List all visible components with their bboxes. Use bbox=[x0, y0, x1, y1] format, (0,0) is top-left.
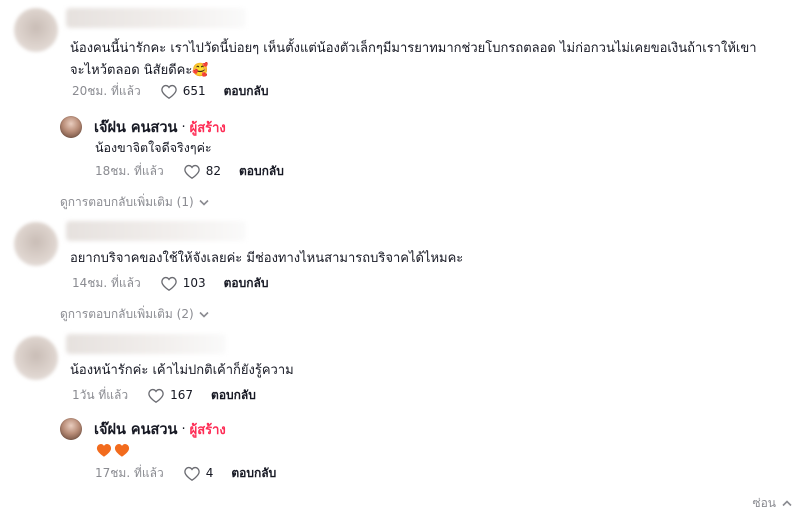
like-count: 82 bbox=[205, 164, 221, 178]
like-button[interactable]: 4 bbox=[183, 466, 214, 481]
separator-dot: · bbox=[181, 119, 186, 135]
orange-heart-emoji bbox=[114, 442, 130, 458]
like-count: 4 bbox=[205, 466, 214, 480]
comment-time: 20ชม. ที่แล้ว bbox=[72, 83, 141, 98]
reply-author-line: เจ๊ฝน คนสวน · ผู้สร้าง bbox=[94, 116, 226, 138]
comment-time: 1วัน ที่แล้ว bbox=[72, 387, 129, 402]
reply-author-name[interactable]: เจ๊ฝน คนสวน bbox=[94, 116, 177, 139]
chevron-down-icon bbox=[199, 199, 209, 206]
like-count: 167 bbox=[170, 388, 194, 402]
commenter-avatar[interactable] bbox=[14, 336, 58, 380]
commenter-avatar[interactable] bbox=[14, 222, 58, 266]
like-button[interactable]: 103 bbox=[160, 276, 206, 291]
like-count: 651 bbox=[182, 84, 206, 98]
creator-badge: ผู้สร้าง bbox=[189, 422, 226, 438]
creator-avatar[interactable] bbox=[60, 418, 82, 440]
reply-time: 18ชม. ที่แล้ว bbox=[95, 163, 164, 178]
separator-dot: · bbox=[181, 421, 186, 437]
reply-button[interactable]: ตอบกลับ bbox=[239, 162, 284, 181]
comment-meta: 14ชม. ที่แล้ว 103 ตอบกลับ bbox=[72, 274, 268, 292]
view-more-replies-label: ดูการตอบกลับเพิ่มเติม (2) bbox=[60, 306, 194, 321]
creator-badge: ผู้สร้าง bbox=[189, 120, 226, 136]
chevron-down-icon bbox=[199, 311, 209, 318]
hide-label: ซ่อน bbox=[752, 496, 776, 510]
reply-meta: 17ชม. ที่แล้ว 4 ตอบกลับ bbox=[95, 464, 276, 482]
hide-replies-button[interactable]: ซ่อน bbox=[752, 494, 792, 513]
comment-text: น้องคนนี้น่ารักคะ เราไปวัดนี้บ่อยๆ เห็นต… bbox=[70, 41, 757, 78]
heart-outline-icon bbox=[160, 276, 177, 291]
heart-outline-icon bbox=[183, 466, 200, 481]
comment-time: 14ชม. ที่แล้ว bbox=[72, 275, 141, 290]
commenter-name-blurred[interactable] bbox=[66, 334, 226, 354]
like-button[interactable]: 167 bbox=[148, 388, 193, 403]
like-count: 103 bbox=[182, 276, 206, 290]
comment-meta: 20ชม. ที่แล้ว 651 ตอบกลับ bbox=[72, 82, 268, 100]
reply-time: 17ชม. ที่แล้ว bbox=[95, 465, 164, 480]
view-more-replies[interactable]: ดูการตอบกลับเพิ่มเติม (2) bbox=[60, 305, 209, 323]
reply-meta: 18ชม. ที่แล้ว 82 ตอบกลับ bbox=[95, 162, 284, 180]
comment-text: น้องหน้ารักค่ะ เค้าไม่ปกติเค้าก็ยังรู้คว… bbox=[70, 363, 294, 378]
view-more-replies-label: ดูการตอบกลับเพิ่มเติม (1) bbox=[60, 194, 194, 209]
reply-text: น้องขาจิตใจดีจริงๆค่ะ bbox=[95, 140, 212, 155]
heart-outline-icon bbox=[160, 84, 177, 99]
orange-heart-emoji bbox=[96, 442, 112, 458]
reply-text bbox=[96, 442, 132, 458]
commenter-name-blurred[interactable] bbox=[66, 221, 246, 241]
creator-avatar[interactable] bbox=[60, 116, 82, 138]
reply-button[interactable]: ตอบกลับ bbox=[224, 274, 269, 293]
reply-button[interactable]: ตอบกลับ bbox=[231, 464, 276, 483]
comment-meta: 1วัน ที่แล้ว 167 ตอบกลับ bbox=[72, 386, 256, 404]
like-button[interactable]: 82 bbox=[183, 164, 221, 179]
reply-author-line: เจ๊ฝน คนสวน · ผู้สร้าง bbox=[94, 418, 226, 440]
commenter-avatar[interactable] bbox=[14, 8, 58, 52]
reply-button[interactable]: ตอบกลับ bbox=[224, 82, 269, 101]
heart-outline-icon bbox=[183, 164, 200, 179]
comment-text: อยากบริจาคของใช้ให้จังเลยค่ะ มีช่องทางไห… bbox=[70, 251, 464, 266]
commenter-name-blurred[interactable] bbox=[66, 8, 246, 28]
chevron-up-icon bbox=[782, 500, 792, 507]
reply-button[interactable]: ตอบกลับ bbox=[211, 386, 256, 405]
heart-outline-icon bbox=[148, 388, 164, 403]
like-button[interactable]: 651 bbox=[160, 84, 206, 99]
view-more-replies[interactable]: ดูการตอบกลับเพิ่มเติม (1) bbox=[60, 193, 209, 211]
reply-author-name[interactable]: เจ๊ฝน คนสวน bbox=[94, 418, 177, 441]
